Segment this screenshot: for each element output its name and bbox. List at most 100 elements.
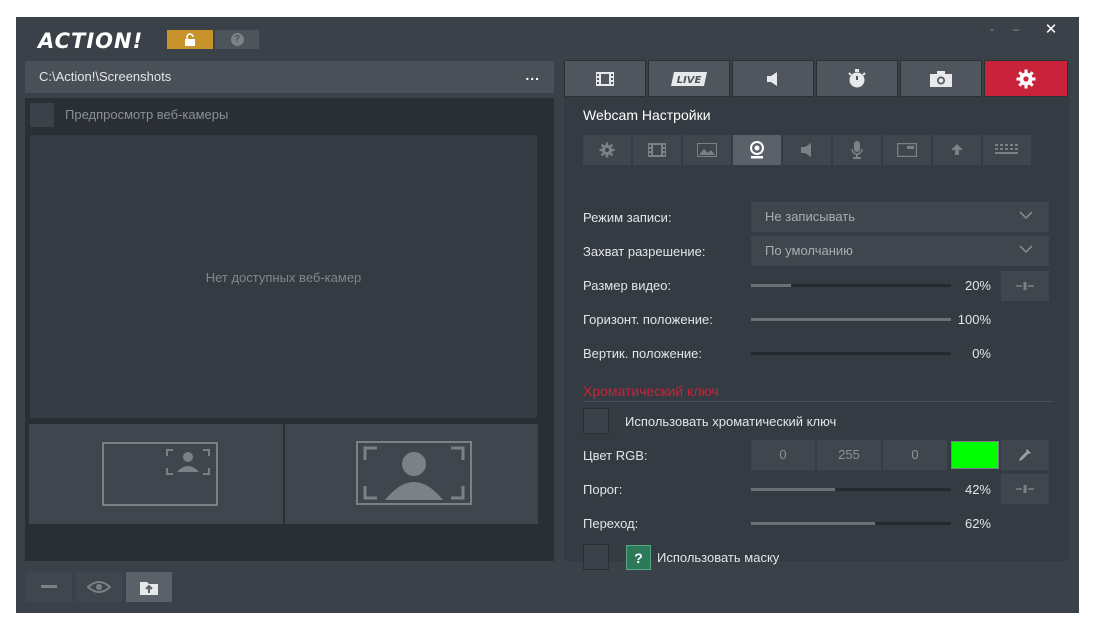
video-size-slider-fill [751, 284, 791, 287]
unlock-icon [185, 32, 195, 46]
help-button[interactable]: ? [215, 30, 259, 49]
webcam-preview-checkbox[interactable] [29, 102, 55, 128]
camera-icon [930, 70, 952, 87]
subtab-image[interactable] [683, 135, 731, 165]
tab-audio[interactable] [732, 60, 814, 97]
live-icon: LIVE [671, 71, 707, 86]
color-picker-button[interactable] [1001, 440, 1049, 470]
upload-folder-icon [140, 582, 158, 595]
recording-mode-value: Не записывать [765, 209, 855, 224]
subtab-video[interactable] [633, 135, 681, 165]
chevron-down-icon [1019, 245, 1033, 254]
browse-path-button[interactable]: ... [525, 67, 540, 83]
tab-settings[interactable] [984, 60, 1068, 97]
subtab-hotkeys[interactable] [983, 135, 1031, 165]
rgb-green-input[interactable]: 255 [817, 440, 881, 470]
use-mask-checkbox[interactable] [583, 544, 609, 570]
subtab-microphone[interactable] [833, 135, 881, 165]
hide-button[interactable] [26, 572, 72, 602]
center-align-icon [1016, 282, 1034, 290]
lock-button[interactable] [167, 30, 213, 49]
threshold-label: Порог: [583, 482, 623, 497]
tab-video[interactable] [564, 60, 646, 97]
upload-button[interactable] [126, 572, 172, 602]
settings-title: Webcam Настройки [583, 107, 711, 123]
screenshot-path-bar[interactable]: C:\Action!\Screenshots ... [25, 61, 554, 93]
close-button[interactable]: ✕ [1040, 19, 1062, 39]
vertical-position-value: 0% [972, 346, 991, 361]
app-logo: ACTION! [38, 29, 144, 53]
webcam-icon [750, 141, 764, 159]
visibility-button[interactable] [76, 572, 122, 602]
main-tabs: LIVE [564, 60, 1069, 97]
tab-screenshots[interactable] [900, 60, 982, 97]
webcam-overlay-mode-small[interactable] [29, 424, 283, 524]
upload-icon [951, 144, 963, 155]
threshold-slider[interactable] [751, 488, 951, 491]
subtab-overlay[interactable] [883, 135, 931, 165]
transition-slider-fill [751, 522, 875, 525]
subtab-audio[interactable] [783, 135, 831, 165]
settings-subtabs [583, 135, 1033, 165]
eye-icon [87, 581, 111, 593]
overlay-icon [897, 143, 917, 157]
microphone-icon [851, 141, 863, 159]
section-divider [583, 401, 1053, 402]
screenshot-path: C:\Action!\Screenshots [39, 69, 172, 84]
minimize-button[interactable]: – [1005, 19, 1027, 39]
vertical-position-slider[interactable] [751, 352, 951, 355]
chevron-down-icon [1019, 211, 1033, 220]
keyboard-icon [995, 144, 1018, 154]
video-size-slider[interactable] [751, 284, 951, 287]
video-size-value: 20% [964, 278, 991, 293]
transition-slider[interactable] [751, 522, 951, 525]
gear-icon [1016, 69, 1036, 88]
webcam-small-frame-icon [102, 442, 218, 506]
subtab-webcam[interactable] [733, 135, 781, 165]
webcam-preview-label: Предпросмотр веб-камеры [65, 107, 229, 122]
no-webcams-message: Нет доступных веб-камер [205, 270, 362, 285]
chroma-key-heading: Хроматический ключ [583, 383, 719, 399]
threshold-reset-button[interactable] [1001, 474, 1049, 504]
eyedropper-icon [1019, 449, 1031, 461]
tab-benchmark[interactable] [816, 60, 898, 97]
horizontal-position-label: Горизонт. положение: [583, 312, 713, 327]
speaker-icon [801, 143, 811, 157]
capture-resolution-dropdown[interactable]: По умолчанию [751, 236, 1049, 266]
horizontal-position-slider[interactable] [751, 318, 951, 321]
center-align-icon [1016, 485, 1034, 493]
live-label: LIVE [677, 75, 702, 86]
recording-mode-dropdown[interactable]: Не записывать [751, 202, 1049, 232]
subtab-general[interactable] [583, 135, 631, 165]
stopwatch-icon [848, 68, 866, 87]
capture-resolution-label: Захват разрешение: [583, 244, 706, 259]
color-swatch[interactable] [951, 441, 999, 469]
subtab-upload[interactable] [933, 135, 981, 165]
horizontal-position-value: 100% [957, 312, 991, 327]
threshold-slider-fill [751, 488, 835, 491]
app-window: ACTION! ? - – ✕ C:\Action!\Screenshots .… [16, 17, 1079, 613]
webcam-settings-panel: Webcam Настройки Режим записи: Не записы… [564, 97, 1069, 570]
transition-value: 62% [964, 516, 991, 531]
tab-live[interactable]: LIVE [648, 60, 730, 97]
recording-mode-label: Режим записи: [583, 210, 672, 225]
use-chroma-key-checkbox[interactable] [583, 408, 609, 434]
capture-resolution-value: По умолчанию [765, 243, 853, 258]
rgb-color-label: Цвет RGB: [583, 448, 648, 463]
menu-window-button[interactable]: - [981, 19, 1003, 39]
rgb-red-input[interactable]: 0 [751, 440, 815, 470]
threshold-value: 42% [964, 482, 991, 497]
rgb-blue-input[interactable]: 0 [883, 440, 947, 470]
webcam-large-frame-icon [356, 441, 472, 505]
vertical-position-label: Вертик. положение: [583, 346, 702, 361]
webcam-preview-area: Нет доступных веб-камер [29, 134, 538, 419]
gear-icon [599, 142, 615, 158]
mask-help-button[interactable]: ? [626, 545, 651, 570]
video-size-label: Размер видео: [583, 278, 672, 293]
webcam-overlay-mode-large[interactable] [285, 424, 538, 524]
help-icon: ? [230, 33, 244, 46]
use-chroma-key-label: Использовать хроматический ключ [625, 414, 837, 429]
video-size-reset-button[interactable] [1001, 271, 1049, 301]
speaker-icon [767, 71, 777, 86]
use-mask-label: Использовать маску [657, 550, 780, 565]
